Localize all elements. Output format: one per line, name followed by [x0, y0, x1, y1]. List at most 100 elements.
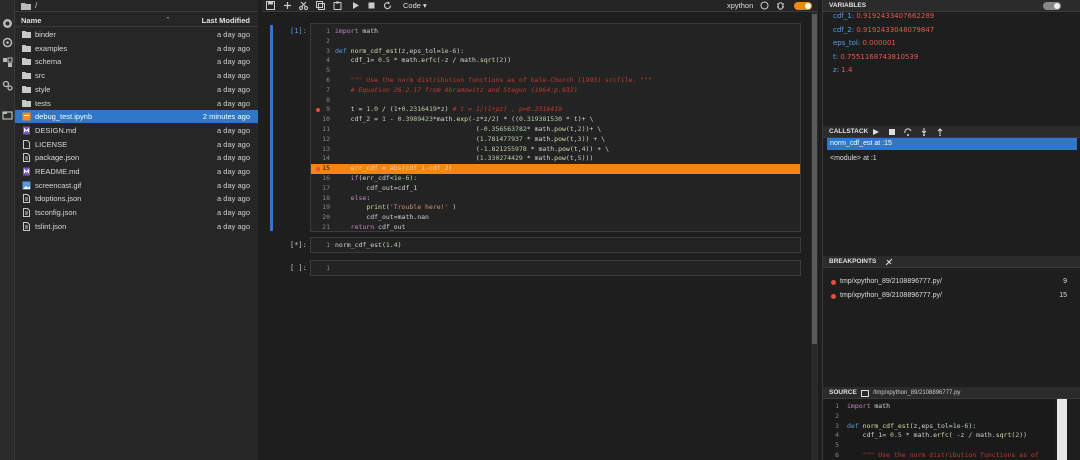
line-number[interactable]: 1	[313, 241, 330, 249]
file-item[interactable]: examples a day ago	[15, 42, 258, 55]
step-out-icon[interactable]	[936, 128, 944, 136]
continue-icon[interactable]	[872, 128, 880, 136]
code-cell[interactable]: 1	[310, 260, 801, 276]
code-line: 13 (-1.821255978 * math.pow(t,4)) + \	[311, 145, 800, 155]
source-view: 1 import math 2 3 def norm_cdf_est(z,eps_tol…	[823, 399, 1055, 460]
source-scrollbar[interactable]	[1057, 399, 1067, 460]
line-number[interactable]: 8	[313, 96, 330, 104]
remove-breakpoints-icon[interactable]	[885, 258, 893, 266]
step-in-icon[interactable]	[920, 128, 928, 136]
breadcrumb[interactable]: /	[35, 1, 37, 10]
code-token: (t,	[565, 125, 578, 133]
variable-value: 0.7551168743810539	[840, 52, 919, 61]
terminate-icon[interactable]	[888, 128, 896, 136]
breakpoint-item[interactable]: tmp/xpython_89/2108896777.py/15	[831, 290, 1071, 302]
code-token: (z,eps_tol=	[909, 421, 953, 430]
stop-icon[interactable]	[367, 1, 377, 11]
line-number[interactable]: 6	[313, 76, 330, 84]
kernel-name[interactable]: xpython	[727, 1, 753, 10]
file-item[interactable]: README.md a day ago	[15, 165, 258, 178]
variable-item[interactable]: cdf_1: 0.9192433407662289	[833, 12, 934, 20]
file-item[interactable]: tslint.json a day ago	[15, 220, 258, 233]
callstack-frame[interactable]: norm_cdf_est at :15	[827, 138, 1077, 150]
file-item[interactable]: package.json a day ago	[15, 151, 258, 164]
code-token: * math.	[522, 154, 555, 163]
add-cell-icon[interactable]	[283, 1, 293, 11]
line-number[interactable]: 2	[313, 37, 330, 45]
line-number[interactable]: 19	[313, 203, 330, 211]
settings-icon[interactable]	[2, 80, 13, 91]
line-number[interactable]: 11	[313, 125, 330, 133]
code-token: sqrt	[479, 56, 496, 65]
line-number[interactable]: 3	[313, 47, 330, 55]
sort-arrow-icon[interactable]: ⌃	[165, 16, 171, 24]
line-number[interactable]: 7	[313, 86, 330, 94]
line-number[interactable]: 16	[313, 174, 330, 182]
running-icon[interactable]	[2, 18, 13, 29]
line-number[interactable]: 9	[313, 105, 330, 113]
file-item[interactable]: tests a day ago	[15, 97, 258, 110]
debugger-toggle[interactable]	[794, 2, 812, 10]
line-number[interactable]: 4	[313, 56, 330, 64]
breakpoint-line: 15	[1059, 292, 1067, 299]
cell-prompt: [ ]:	[290, 264, 307, 272]
file-item[interactable]: screencast.gif a day ago	[15, 179, 258, 192]
scrollbar-thumb[interactable]	[812, 14, 817, 344]
notebook-icon	[22, 112, 31, 121]
code-cell[interactable]: 1 import math 2 3 def norm_cdf_est(z,eps_tol…	[310, 23, 801, 232]
variable-item[interactable]: cdf_2: 0.9192433048079847	[833, 26, 934, 34]
cell-type-select[interactable]: Code ▾	[403, 1, 427, 10]
line-number[interactable]: 13	[313, 145, 330, 153]
chevron-down-icon: ▾	[423, 1, 427, 10]
run-icon[interactable]	[351, 1, 361, 11]
line-number[interactable]: 10	[313, 115, 330, 123]
line-number[interactable]: 20	[313, 213, 330, 221]
paste-icon[interactable]	[333, 1, 343, 11]
copy-icon[interactable]	[316, 1, 326, 11]
callstack-frame[interactable]: <module> at :1	[827, 153, 1077, 165]
variable-name: cdf_1	[833, 12, 852, 20]
file-item[interactable]: DESIGN.md a day ago	[15, 124, 258, 137]
open-source-icon[interactable]	[861, 389, 869, 397]
file-item[interactable]: LICENSE a day ago	[15, 138, 258, 151]
breakpoint-item[interactable]: tmp/xpython_89/2108896777.py/9	[831, 276, 1071, 288]
file-item[interactable]: schema a day ago	[15, 55, 258, 68]
file-item[interactable]: tsconfig.json a day ago	[15, 206, 258, 219]
file-item[interactable]: style a day ago	[15, 83, 258, 96]
variables-view-toggle[interactable]	[1043, 2, 1061, 10]
restart-icon[interactable]	[383, 1, 393, 11]
code-token: t =	[335, 105, 367, 114]
extension-icon[interactable]	[2, 57, 13, 68]
code-token: (-z*z/	[468, 115, 492, 124]
line-number[interactable]: 5	[313, 66, 330, 74]
variable-item[interactable]: z: 1.4	[833, 66, 852, 74]
variable-name: eps_tol	[833, 39, 858, 47]
folder-icon	[22, 57, 31, 66]
column-modified-header[interactable]: Last Modified	[202, 16, 250, 25]
variable-item[interactable]: t: 0.7551168743810539	[833, 53, 918, 61]
folder-icon[interactable]	[21, 2, 31, 10]
line-number[interactable]: 17	[313, 184, 330, 192]
step-over-icon[interactable]	[904, 128, 912, 136]
variable-item[interactable]: eps_tol: 0.000001	[833, 39, 896, 47]
tabs-icon[interactable]	[2, 110, 13, 121]
code-token: 0.2316419	[401, 105, 437, 114]
file-item[interactable]: src a day ago	[15, 69, 258, 82]
file-item[interactable]: debug_test.ipynb 2 minutes ago	[15, 110, 258, 124]
line-number[interactable]: 1	[313, 27, 330, 35]
git-icon[interactable]	[2, 37, 13, 48]
line-number[interactable]: 12	[313, 135, 330, 143]
column-name-header[interactable]: Name	[21, 16, 41, 25]
code-token: ) * ((	[495, 115, 519, 124]
bug-icon[interactable]	[776, 1, 786, 11]
line-number[interactable]: 21	[313, 223, 330, 231]
line-number[interactable]: 15	[313, 164, 330, 172]
file-item[interactable]: binder a day ago	[15, 28, 258, 41]
line-number[interactable]: 14	[313, 154, 330, 162]
code-cell[interactable]: 1 norm_cdf_est(1.4)	[310, 237, 801, 253]
cut-icon[interactable]	[299, 1, 309, 11]
file-item[interactable]: tdoptions.json a day ago	[15, 192, 258, 205]
line-number[interactable]: 1	[313, 264, 330, 272]
line-number[interactable]: 18	[313, 194, 330, 202]
save-icon[interactable]	[266, 1, 276, 11]
